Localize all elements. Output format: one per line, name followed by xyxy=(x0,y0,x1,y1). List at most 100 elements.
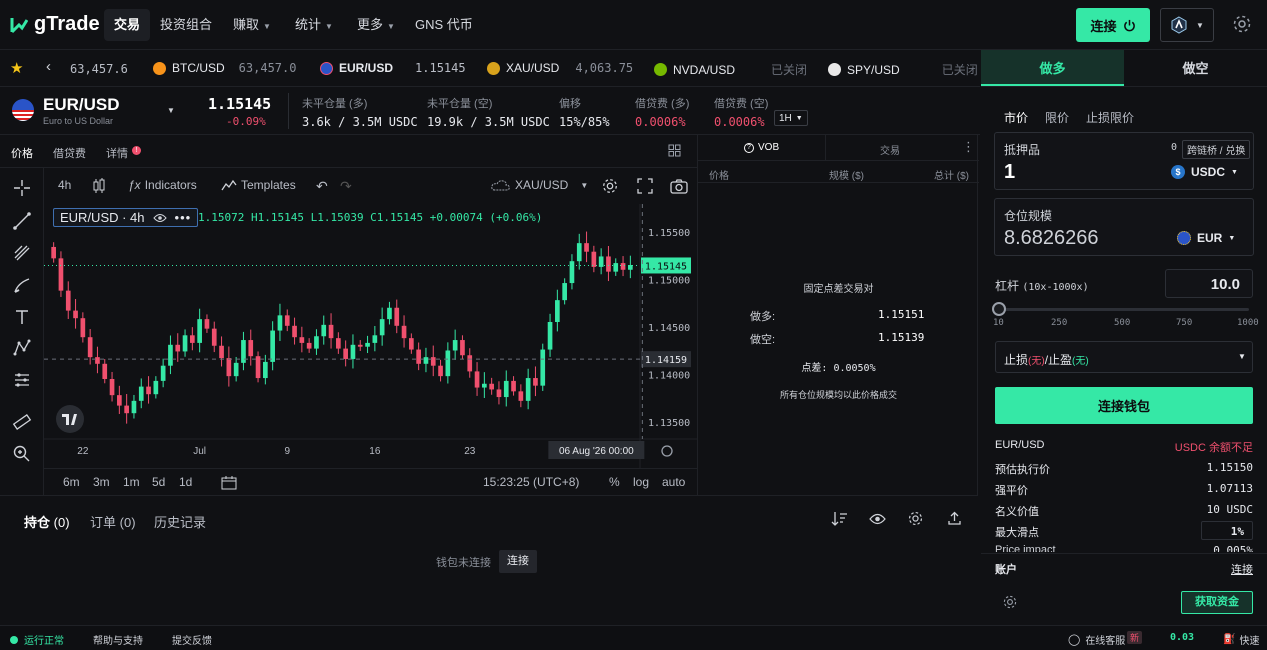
positions-connect-button[interactable]: 连接 xyxy=(499,550,537,573)
wallet-not-connected: 钱包未连接 xyxy=(436,557,491,569)
settings-gear-icon[interactable] xyxy=(1232,14,1252,34)
tf-5d[interactable]: 5d xyxy=(152,475,165,489)
ticker-item-spy[interactable]: SPY/USD 已关闭 xyxy=(828,61,978,78)
gold-icon xyxy=(487,61,500,75)
connect-wallet-button[interactable]: 连接钱包 xyxy=(995,387,1253,424)
tab-long[interactable]: 做多 xyxy=(981,50,1124,86)
live-chat-link[interactable]: ◯ 在线客服 xyxy=(1068,632,1125,647)
date-range-icon[interactable] xyxy=(221,475,237,490)
leverage-input[interactable]: 10.0 xyxy=(1165,269,1253,298)
camera-icon[interactable] xyxy=(670,178,688,194)
feedback-link[interactable]: 提交反馈 xyxy=(172,632,212,647)
sort-icon[interactable] xyxy=(831,511,848,526)
get-funds-button[interactable]: 获取资金 xyxy=(1181,591,1253,614)
tf-6m[interactable]: 6m xyxy=(63,475,80,489)
trend-line-icon[interactable] xyxy=(12,211,32,231)
gas-speed[interactable]: ⛽ 快速 xyxy=(1223,632,1259,647)
bridge-swap-button[interactable]: 跨链桥 / 兑换 xyxy=(1182,140,1251,159)
favorites-star-icon[interactable]: ★ xyxy=(10,59,23,77)
nav-more[interactable]: 更多 ▼ xyxy=(347,9,405,41)
tab-history[interactable]: 历史记录 xyxy=(154,512,206,531)
slippage-input[interactable]: 1% xyxy=(1201,521,1253,540)
nav-earn[interactable]: 赚取 ▼ xyxy=(223,9,281,41)
chart-legend-symbol[interactable]: EUR/USD · 4h ••• xyxy=(53,208,199,227)
position-size-box[interactable]: 仓位规模 8.6826266 EUR ▼ xyxy=(994,198,1254,256)
chart-settings-icon[interactable] xyxy=(601,177,619,195)
nav-portfolio[interactable]: 投资组合 xyxy=(150,9,222,41)
order-type-stop-limit[interactable]: 止损限价 xyxy=(1086,109,1134,126)
chain-selector[interactable]: ▼ xyxy=(1160,8,1214,42)
pair-dropdown-icon[interactable]: ▼ xyxy=(167,106,175,115)
candle xyxy=(270,330,275,362)
interval-select[interactable]: 4h xyxy=(58,178,71,192)
tab-vob[interactable]: ? VOB xyxy=(744,142,779,153)
tab-price[interactable]: 价格 xyxy=(11,145,33,161)
compare-symbol[interactable]: XAU/USD ▼ xyxy=(491,178,588,192)
redo-icon[interactable]: ↷ xyxy=(340,178,352,195)
connect-button[interactable]: 连接 xyxy=(1076,8,1150,42)
collateral-input[interactable]: 1 xyxy=(1004,161,1015,184)
brand-logo[interactable]: gTrade xyxy=(10,13,100,36)
fullscreen-icon[interactable] xyxy=(637,178,653,194)
scale-auto[interactable]: auto xyxy=(662,475,685,489)
more-icon[interactable]: ••• xyxy=(175,210,192,225)
undo-icon[interactable]: ↶ xyxy=(316,178,328,195)
positions-settings-icon[interactable] xyxy=(907,510,924,527)
borrow-interval-select[interactable]: 1H ▼ xyxy=(774,110,808,126)
leverage-slider-handle[interactable] xyxy=(992,302,1006,316)
account-settings-icon[interactable] xyxy=(1002,594,1018,610)
account-connect-link[interactable]: 连接 xyxy=(1231,561,1253,577)
tab-details[interactable]: 详情 xyxy=(106,145,128,161)
collateral-box[interactable]: 抵押品 0 跨链桥 / 兑换 1 $ USDC ▼ xyxy=(994,132,1254,190)
nav-trade[interactable]: 交易 xyxy=(104,9,151,41)
tab-orders[interactable]: 订单 (0) xyxy=(90,512,136,531)
sl-tp-select[interactable]: 止损(无)/止盈(无) ▼ xyxy=(995,341,1253,373)
scroll-left-icon[interactable]: ‹ xyxy=(46,58,51,75)
pair-header: EUR/USD Euro to US Dollar ▼ 1.15145 -0.0… xyxy=(0,87,980,135)
tf-3m[interactable]: 3m xyxy=(93,475,110,489)
order-type-limit[interactable]: 限价 xyxy=(1045,109,1069,126)
templates-button[interactable]: Templates xyxy=(221,178,296,192)
tab-trades[interactable]: 交易 xyxy=(880,142,900,157)
price-chart[interactable]: 1.15500 1.15000 1.14500 1.14000 1.13500 22 Ju… xyxy=(44,204,697,468)
tab-short[interactable]: 做空 xyxy=(1124,50,1267,86)
ticker-item-eurusd[interactable]: EUR/USD 1.15145 xyxy=(320,61,466,75)
fib-tool-icon[interactable] xyxy=(12,243,32,263)
ruler-icon[interactable] xyxy=(12,412,32,432)
system-status[interactable]: 运行正常 xyxy=(10,632,64,647)
text-tool-icon[interactable] xyxy=(12,307,32,327)
stat-oi-long: 未平仓量 (多) 3.6k / 3.5M USDC xyxy=(302,98,418,129)
collateral-token-select[interactable]: $ USDC ▼ xyxy=(1171,165,1238,179)
pair-symbol[interactable]: EUR/USD xyxy=(43,95,120,115)
zoom-icon[interactable] xyxy=(12,444,32,464)
ticker-item-nvda[interactable]: NVDA/USD 已关闭 xyxy=(654,61,807,78)
ticker-item-xau[interactable]: XAU/USD 4,063.75 xyxy=(487,61,633,75)
account-label: 账户 xyxy=(995,564,1017,576)
leverage-slider[interactable] xyxy=(998,308,1249,311)
candle xyxy=(387,307,392,320)
tf-1m[interactable]: 1m xyxy=(123,475,140,489)
eye-icon[interactable] xyxy=(869,513,886,525)
help-support-link[interactable]: 帮助与支持 xyxy=(93,632,143,647)
size-token-select[interactable]: EUR ▼ xyxy=(1177,231,1235,245)
tab-open-positions[interactable]: 持仓 (0) xyxy=(24,512,70,531)
share-icon[interactable] xyxy=(947,511,962,526)
nav-gns-token[interactable]: GNS 代币 xyxy=(405,9,483,41)
order-type-market[interactable]: 市价 xyxy=(1004,109,1028,126)
eye-icon[interactable] xyxy=(152,213,167,223)
candle-type-icon[interactable] xyxy=(92,178,106,194)
nav-stats[interactable]: 统计 ▼ xyxy=(285,9,343,41)
crosshair-icon[interactable] xyxy=(12,178,32,198)
tab-borrow-fee[interactable]: 借贷费 xyxy=(53,145,86,161)
tf-1d[interactable]: 1d xyxy=(179,475,192,489)
layout-grid-icon[interactable] xyxy=(668,144,681,157)
ticker-item-btc[interactable]: BTC/USD 63,457.0 xyxy=(153,61,296,75)
pattern-icon[interactable] xyxy=(12,338,32,358)
more-vertical-icon[interactable]: ⋮ xyxy=(962,139,975,155)
forecast-icon[interactable] xyxy=(12,370,32,390)
indicators-button[interactable]: ƒx Indicators xyxy=(128,178,197,192)
brush-icon[interactable] xyxy=(12,275,32,295)
position-size-input[interactable]: 8.6826266 xyxy=(1004,227,1099,250)
scale-percent[interactable]: % xyxy=(609,475,620,489)
scale-log[interactable]: log xyxy=(633,475,649,489)
